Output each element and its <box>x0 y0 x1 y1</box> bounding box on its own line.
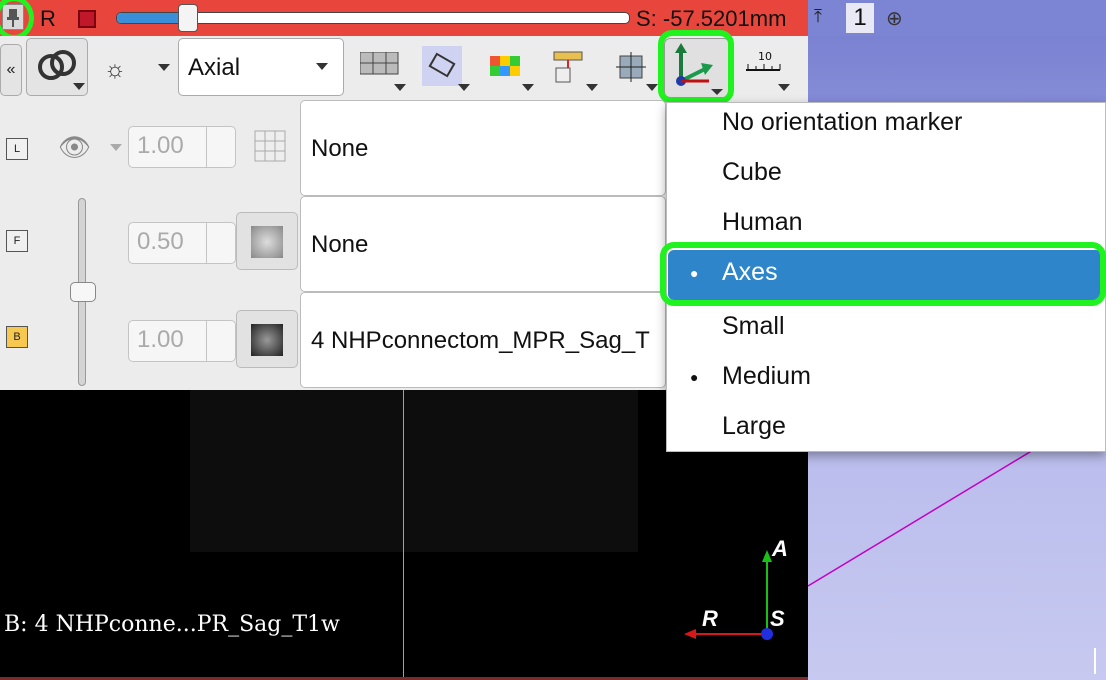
chevron-down-icon <box>316 63 328 70</box>
menu-item-medium[interactable]: Medium <box>722 362 811 391</box>
menu-item-human[interactable]: Human <box>722 208 803 237</box>
slice-offset-value: S: -57.5201mm <box>636 6 787 31</box>
volume-caption: B: 4 NHPconne...PR_Sag_T1w <box>4 612 340 637</box>
menu-item-large[interactable]: Large <box>722 412 786 441</box>
slider-handle[interactable] <box>177 4 198 32</box>
view-name-label: R <box>40 6 56 31</box>
foreground-volume-select[interactable]: None <box>300 196 666 292</box>
grid-icon[interactable] <box>254 130 288 164</box>
visibility-icon[interactable]: 👁 <box>58 132 91 163</box>
visibility-icon[interactable]: ☼ <box>104 56 126 84</box>
spinbox-arrows[interactable] <box>206 223 230 263</box>
visibility-dropdown-arrow[interactable] <box>158 64 170 71</box>
background-layer-icon: B <box>6 326 28 348</box>
view3d-number[interactable]: 1 <box>846 3 874 33</box>
ruler-dropdown-arrow[interactable] <box>586 84 598 91</box>
link-icon <box>38 50 85 90</box>
layout-icon[interactable] <box>360 52 400 76</box>
label-volume-select[interactable]: None <box>300 100 666 196</box>
menu-item-cube[interactable]: Cube <box>722 158 782 187</box>
ruler-icon[interactable] <box>552 48 586 84</box>
spinbox-arrows[interactable] <box>206 127 230 167</box>
link-button[interactable] <box>26 38 88 96</box>
visibility-dropdown-arrow[interactable] <box>110 144 122 151</box>
thumbnail-image <box>251 226 283 258</box>
roi-dropdown-arrow[interactable] <box>458 84 470 91</box>
background-thumbnail[interactable] <box>236 310 298 368</box>
layout-dropdown-arrow[interactable] <box>394 84 406 91</box>
thumbnail-image <box>251 324 283 356</box>
orientation-select-value: Axial <box>188 54 241 81</box>
link-toggle-icon[interactable] <box>78 10 96 28</box>
foreground-layer-icon: F <box>6 230 28 252</box>
scale-dropdown-arrow[interactable] <box>778 84 790 91</box>
menu-item-no-orientation-marker[interactable]: No orientation marker <box>722 108 962 137</box>
selected-item-annotation-highlight <box>660 242 1106 306</box>
view3d-pin-icon[interactable]: ⤒ <box>814 6 822 27</box>
lut-dropdown-arrow[interactable] <box>522 84 534 91</box>
crosshair-dropdown-arrow[interactable] <box>646 84 658 91</box>
label-layer-icon: L <box>6 138 28 160</box>
crosshair-icon[interactable] <box>616 52 650 82</box>
view3d-marker <box>1094 648 1096 674</box>
roi-button[interactable] <box>422 46 462 86</box>
crosshair-line <box>403 390 404 680</box>
svg-text:10: 10 <box>758 50 772 63</box>
lut-icon[interactable] <box>490 52 524 82</box>
menu-item-bullet: ● <box>690 369 699 385</box>
mri-image <box>190 390 638 552</box>
roi-icon <box>428 52 456 78</box>
menu-item-small[interactable]: Small <box>722 312 785 341</box>
right-label: R <box>702 606 718 631</box>
opacity-slider-handle[interactable] <box>70 282 96 302</box>
center-view-icon[interactable]: ⊕ <box>886 6 903 31</box>
orientation-axes-marker: A R S <box>684 536 788 640</box>
superior-label: S <box>770 606 785 631</box>
spinbox-arrows[interactable] <box>206 321 230 361</box>
foreground-thumbnail[interactable] <box>236 212 298 270</box>
ruler-scale-icon[interactable]: 10 <box>744 50 784 83</box>
orientation-button-annotation-highlight <box>658 30 734 104</box>
collapse-button[interactable]: « <box>0 44 22 96</box>
background-volume-select[interactable]: 4 NHPconnectom_MPR_Sag_T <box>300 292 666 388</box>
anterior-label: A <box>771 536 788 561</box>
